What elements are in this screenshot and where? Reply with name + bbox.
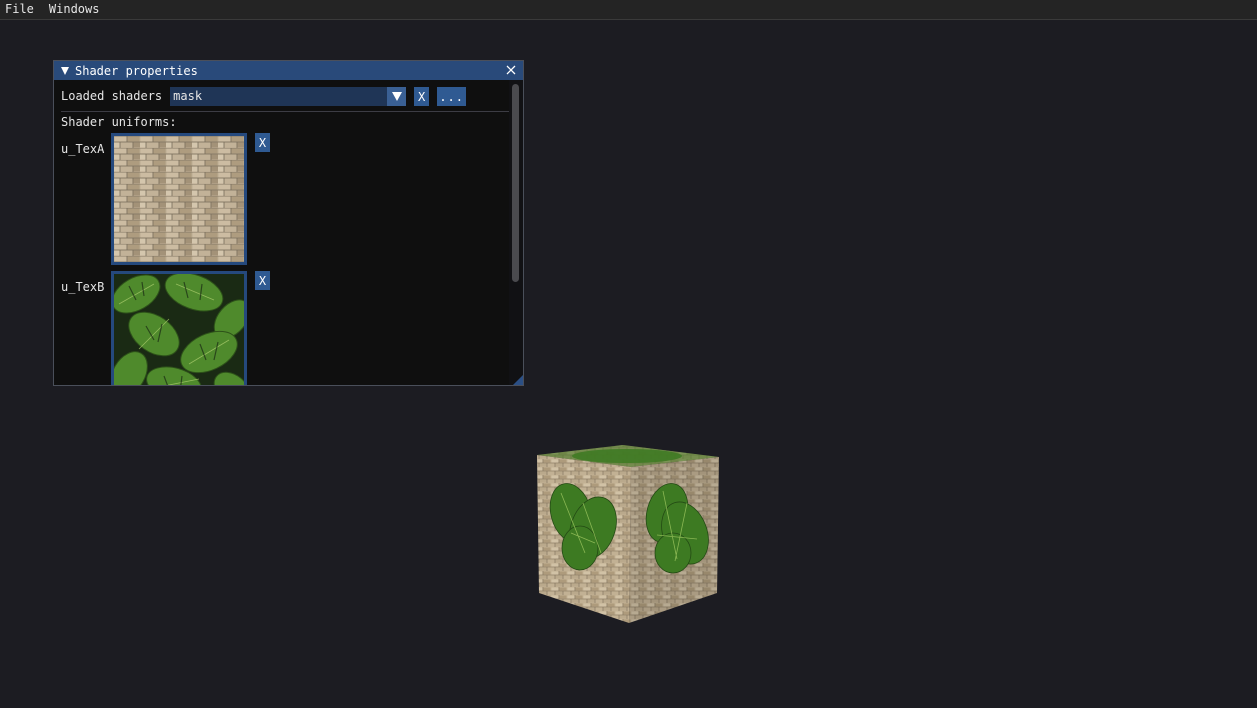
browse-shader-button[interactable]: ... (437, 87, 467, 106)
window-titlebar[interactable]: Shader properties (54, 61, 523, 80)
chevron-down-icon (391, 92, 402, 101)
clear-texa-button[interactable]: X (255, 133, 270, 152)
shader-uniforms-heading: Shader uniforms: (61, 115, 177, 129)
menu-file[interactable]: File (0, 0, 43, 19)
close-icon[interactable] (503, 62, 519, 78)
window-scrollbar[interactable] (509, 80, 523, 385)
monstera-leaves-texture (114, 274, 244, 385)
shader-properties-window: Shader properties Loaded shaders mask X … (53, 60, 524, 386)
loaded-shaders-row: Loaded shaders mask X ... (61, 87, 467, 106)
clear-texb-button[interactable]: X (255, 271, 270, 290)
clear-shader-button[interactable]: X (414, 87, 430, 106)
shader-select-combo[interactable]: mask (170, 87, 407, 106)
collapse-triangle-icon[interactable] (61, 66, 69, 75)
loaded-shaders-label: Loaded shaders (61, 89, 163, 103)
textured-cube-preview (537, 445, 719, 623)
resize-grip[interactable] (513, 375, 523, 385)
uniform-label-texa: u_TexA (61, 142, 105, 156)
stone-brick-texture (114, 136, 244, 262)
texture-slot-texa[interactable] (111, 133, 247, 265)
texture-slot-texb[interactable] (111, 271, 247, 385)
main-menu-bar: File Windows (0, 0, 1257, 20)
menu-windows[interactable]: Windows (43, 0, 107, 19)
shader-select-value: mask (173, 89, 203, 103)
window-content: Loaded shaders mask X ... Shader uniform… (54, 80, 510, 385)
separator (61, 111, 510, 112)
window-title: Shader properties (75, 63, 198, 78)
scrollbar-thumb[interactable] (512, 84, 519, 282)
uniform-label-texb: u_TexB (61, 280, 105, 294)
combo-arrow-button[interactable] (387, 87, 407, 106)
